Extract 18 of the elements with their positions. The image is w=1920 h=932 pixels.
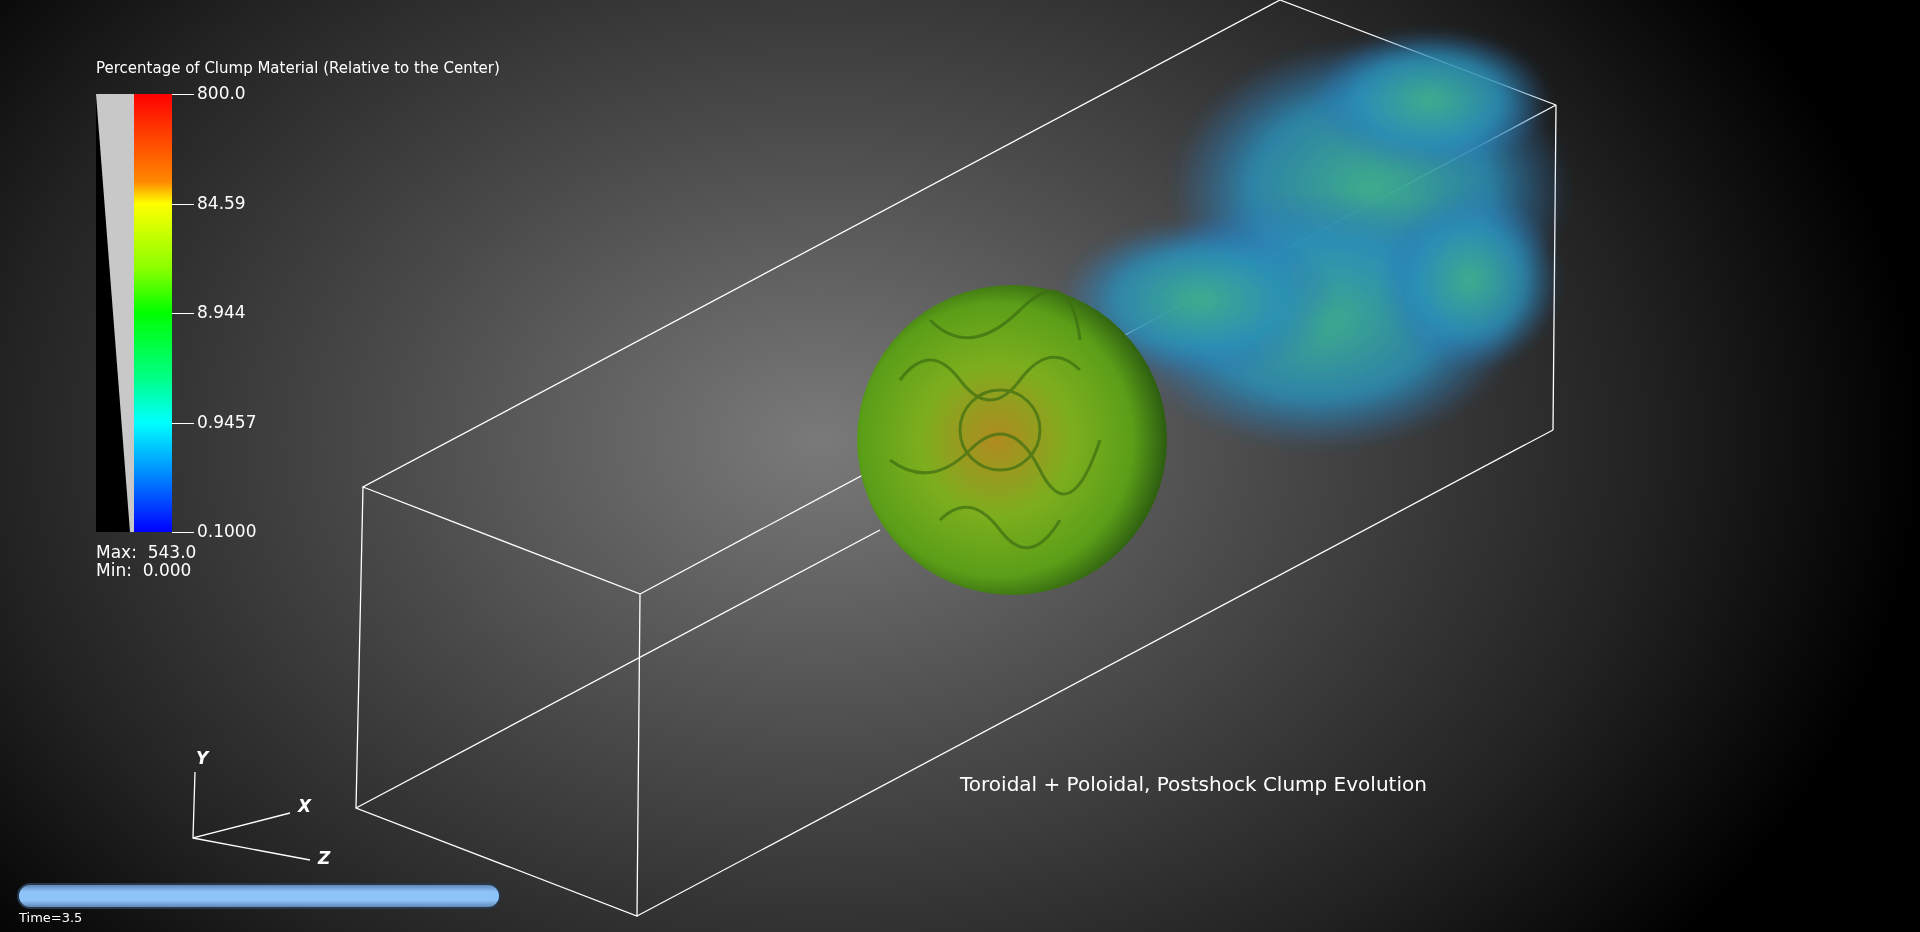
- tick-label: 0.1000: [197, 521, 257, 541]
- legend-title: Percentage of Clump Material (Relative to the Center): [96, 59, 500, 77]
- tick-mark: [172, 422, 194, 424]
- axis-label: X: [298, 796, 312, 816]
- tick-label: 84.59: [197, 192, 246, 213]
- tick-mark: [172, 313, 194, 314]
- time-label: Time=3.5: [19, 910, 83, 925]
- min-value: Min: 0.000: [96, 562, 192, 579]
- max-value: Max: 543.0: [96, 544, 197, 561]
- tick-label: 8.944: [197, 302, 246, 322]
- axis-label: Y: [196, 748, 209, 768]
- tick-mark: [172, 203, 194, 205]
- tick-label: 0.9457: [197, 411, 257, 432]
- axis-label: Z: [318, 848, 331, 868]
- tick-mark: [172, 94, 194, 95]
- plot-title: Toroidal + Poloidal, Postshock Clump Evolution: [960, 772, 1427, 796]
- tick-mark: [172, 532, 194, 533]
- tick-label: 800.0: [197, 83, 246, 103]
